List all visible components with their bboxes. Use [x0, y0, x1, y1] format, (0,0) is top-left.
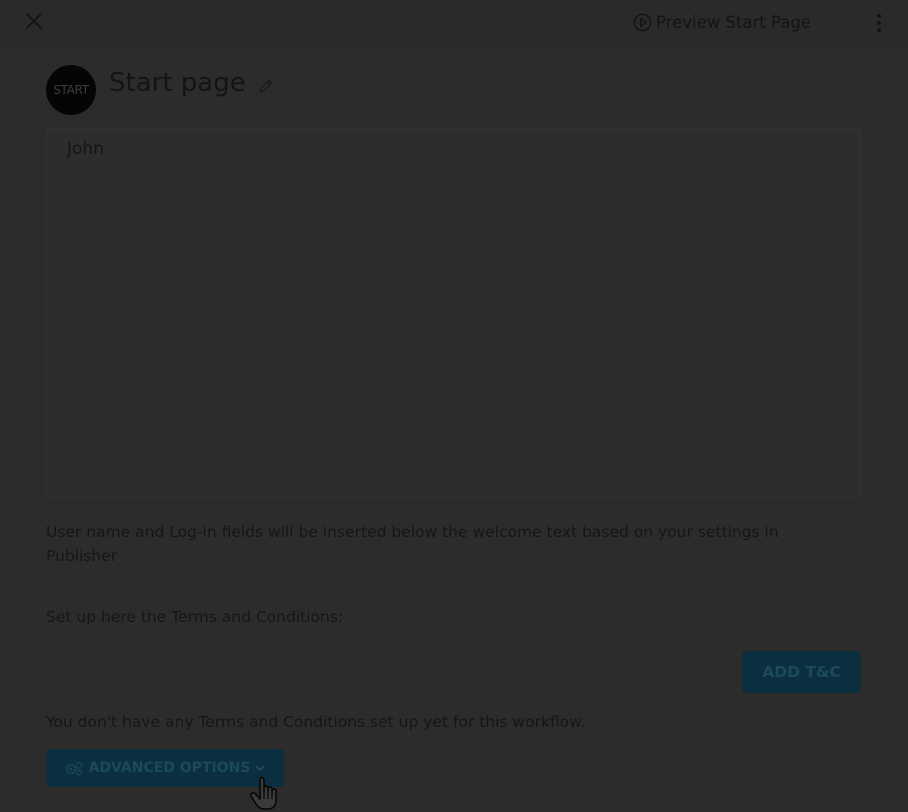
avatar-text: START — [53, 83, 89, 97]
chevron-down-icon — [255, 765, 266, 772]
pencil-icon — [259, 79, 273, 93]
no-terms-message: You don't have any Terms and Conditions … — [46, 713, 586, 731]
top-bar: Preview Start Page — [0, 0, 908, 46]
advanced-options-label: ADVANCED OPTIONS — [88, 760, 251, 776]
close-button[interactable] — [22, 9, 46, 33]
start-avatar: START — [46, 65, 96, 115]
hand-pointer-icon — [249, 776, 277, 810]
more-options-button[interactable] — [868, 10, 890, 36]
kebab-menu-icon — [877, 14, 881, 32]
cogs-icon — [65, 761, 83, 776]
page-title: Start page — [109, 68, 246, 98]
preview-label: Preview Start Page — [656, 12, 811, 32]
editor-content: John — [67, 139, 104, 159]
play-circle-icon — [633, 13, 652, 31]
add-terms-label: ADD T&C — [762, 663, 841, 681]
preview-start-page-button[interactable]: Preview Start Page — [633, 11, 811, 33]
welcome-text-editor[interactable]: John — [46, 128, 860, 498]
login-fields-info: User name and Log-in fields will be inse… — [46, 523, 779, 565]
edit-title-button[interactable] — [257, 77, 275, 95]
add-terms-button[interactable]: ADD T&C — [742, 651, 861, 693]
terms-label: Set up here the Terms and Conditions: — [46, 608, 344, 626]
close-icon — [26, 13, 42, 29]
